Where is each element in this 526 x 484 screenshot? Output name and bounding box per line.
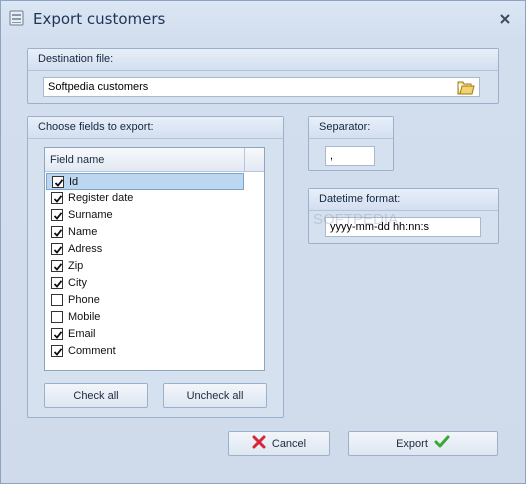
field-checkbox[interactable] — [51, 311, 63, 323]
field-row-mobile[interactable]: Mobile — [46, 309, 244, 326]
field-label: City — [68, 277, 87, 289]
field-checkbox[interactable] — [51, 192, 63, 204]
field-row-city[interactable]: City — [46, 275, 244, 292]
window-title: Export customers — [33, 10, 166, 28]
uncheck-all-label: Uncheck all — [186, 389, 244, 402]
destination-file-value: Softpedia customers — [48, 81, 149, 93]
datetime-label: Datetime format: — [309, 189, 498, 211]
field-row-phone[interactable]: Phone — [46, 292, 244, 309]
field-checkbox[interactable] — [51, 226, 63, 238]
separator-field[interactable]: , — [325, 146, 375, 166]
field-list-header: Field name — [45, 148, 264, 172]
field-checkbox[interactable] — [51, 294, 63, 306]
field-checkbox[interactable] — [52, 176, 64, 188]
close-icon[interactable] — [499, 13, 511, 25]
field-label: Comment — [68, 345, 116, 357]
field-row-adress[interactable]: Adress — [46, 241, 244, 258]
cancel-label: Cancel — [271, 437, 307, 450]
field-row-id[interactable]: Id — [46, 173, 244, 190]
field-row-email[interactable]: Email — [46, 326, 244, 343]
field-row-surname[interactable]: Surname — [46, 207, 244, 224]
field-row-name[interactable]: Name — [46, 224, 244, 241]
checkmark-icon — [434, 435, 450, 452]
field-checkbox[interactable] — [51, 277, 63, 289]
folder-open-icon[interactable] — [457, 80, 475, 96]
cancel-button[interactable]: Cancel — [228, 431, 330, 456]
field-checkbox[interactable] — [51, 260, 63, 272]
softpedia-watermark: SOFTPEDIA — [313, 211, 399, 228]
check-all-button[interactable]: Check all — [44, 383, 148, 408]
destination-panel: Destination file: Softpedia customers — [27, 48, 499, 104]
export-label: Export — [396, 437, 428, 450]
field-row-zip[interactable]: Zip — [46, 258, 244, 275]
field-label: Phone — [68, 294, 100, 306]
field-label: Zip — [68, 260, 84, 272]
field-checkbox[interactable] — [51, 345, 63, 357]
separator-label: Separator: — [309, 117, 393, 139]
title-bar: Export customers — [1, 1, 525, 35]
uncheck-all-button[interactable]: Uncheck all — [163, 383, 267, 408]
export-customers-dialog: Export customers Destination file: Softp… — [0, 0, 526, 484]
fields-label: Choose fields to export: — [28, 117, 283, 139]
field-label: Surname — [68, 209, 113, 221]
column-field-name[interactable]: Field name — [45, 148, 245, 171]
field-label: Adress — [68, 243, 103, 255]
destination-file-field[interactable]: Softpedia customers — [43, 77, 480, 97]
field-label: Register date — [68, 192, 134, 204]
field-row-register-date[interactable]: Register date — [46, 190, 244, 207]
field-label: Name — [68, 226, 98, 238]
separator-panel: Separator: , — [308, 116, 394, 171]
export-button[interactable]: Export — [348, 431, 498, 456]
database-icon — [9, 10, 24, 26]
destination-label: Destination file: — [28, 49, 498, 71]
fields-panel: Choose fields to export: Field name Id Re… — [27, 116, 284, 418]
separator-value: , — [330, 150, 334, 162]
field-row-comment[interactable]: Comment — [46, 343, 244, 360]
field-label: Mobile — [68, 311, 101, 323]
check-all-label: Check all — [73, 389, 119, 402]
field-label: Email — [68, 328, 96, 340]
cancel-x-icon — [252, 435, 266, 452]
field-checkbox[interactable] — [51, 209, 63, 221]
field-list[interactable]: Field name Id Register date Surname Name Adr… — [44, 147, 265, 371]
field-checkbox[interactable] — [51, 243, 63, 255]
field-checkbox[interactable] — [51, 328, 63, 340]
field-label: Id — [69, 176, 79, 188]
